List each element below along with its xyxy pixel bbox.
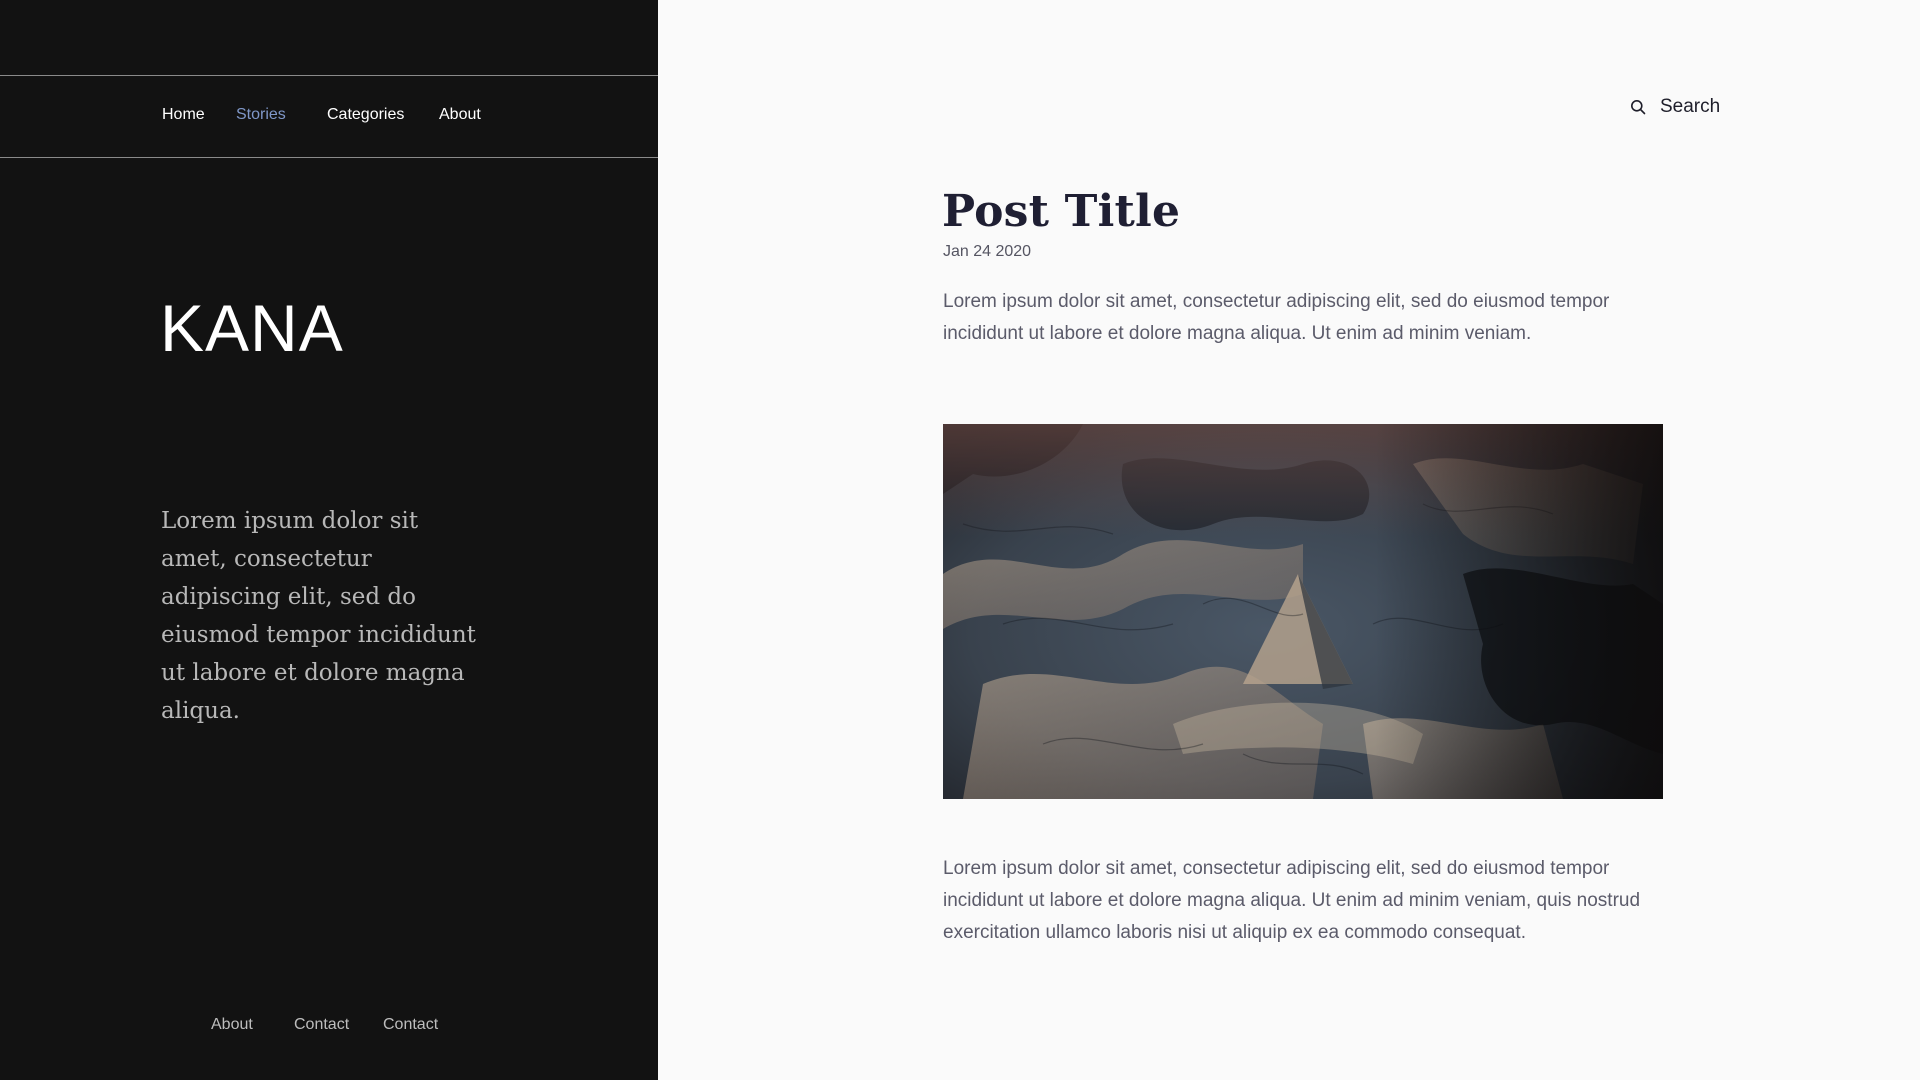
footer-link-contact-2[interactable]: Contact	[383, 1016, 438, 1034]
post-lead-paragraph: Lorem ipsum dolor sit amet, consectetur …	[943, 291, 1610, 344]
footer-link-about[interactable]: About	[211, 1016, 253, 1034]
nav-item-about[interactable]: About	[439, 106, 481, 124]
search-button[interactable]: Search	[1630, 96, 1720, 118]
search-label: Search	[1660, 96, 1721, 117]
nav-item-home[interactable]: Home	[162, 106, 205, 124]
sidebar: Home Stories Categories About KANA Lorem…	[0, 0, 658, 1080]
footer-link-contact[interactable]: Contact	[294, 1016, 349, 1034]
post-body-paragraph: Lorem ipsum dolor sit amet, consectetur …	[943, 858, 1641, 943]
nav-item-stories[interactable]: Stories	[236, 106, 286, 124]
post-image	[943, 424, 1663, 799]
sidebar-intro-text: Lorem ipsum dolor sit amet, consectetur …	[161, 508, 476, 724]
top-nav: Home Stories Categories About	[0, 75, 658, 158]
post-date: Jan 24 2020	[943, 243, 1032, 260]
brand-logo-text: KANA	[160, 291, 344, 365]
post-title: Post Title	[942, 186, 1181, 237]
search-icon	[1631, 100, 1646, 115]
page: Home Stories Categories About KANA Lorem…	[0, 0, 1920, 1080]
aerial-mountain-image	[943, 424, 1663, 799]
nav-item-categories[interactable]: Categories	[327, 106, 404, 124]
